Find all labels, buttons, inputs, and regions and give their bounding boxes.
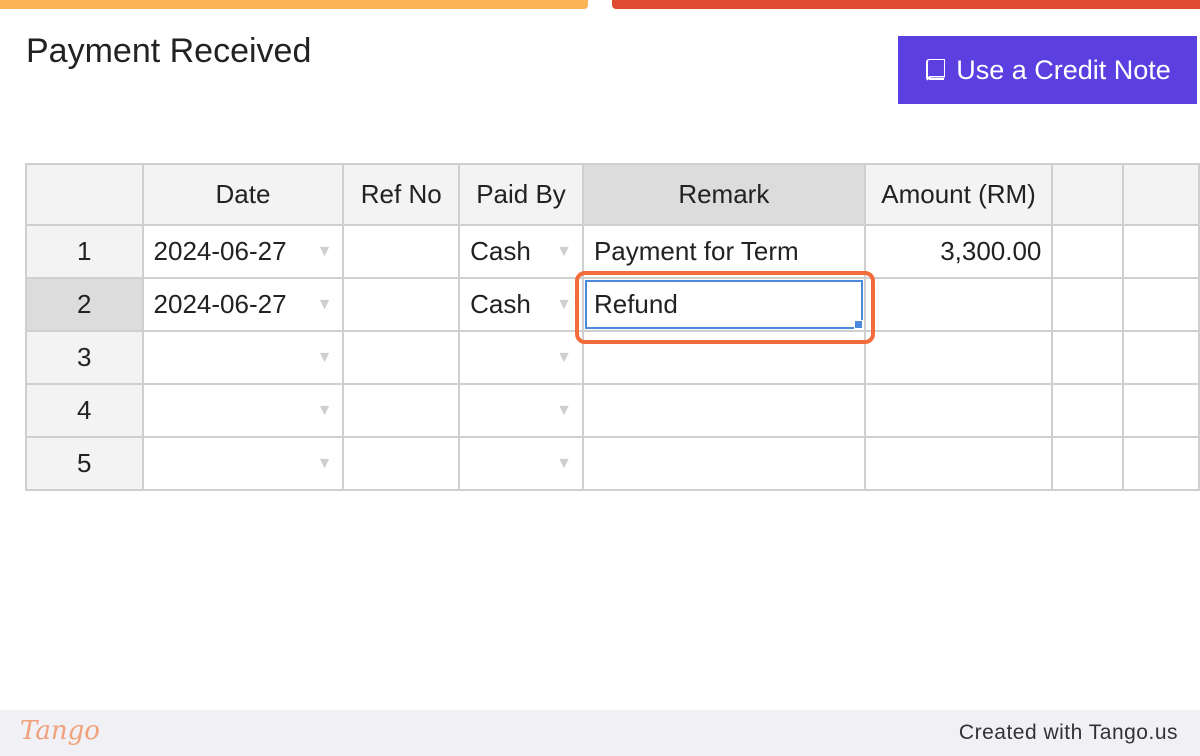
remark-cell[interactable] — [581, 436, 866, 491]
paid-by-cell[interactable]: ▼ — [458, 436, 584, 491]
paid-by-value: Cash — [470, 236, 531, 266]
row-number[interactable]: 4 — [25, 383, 144, 438]
column-header-extra-1[interactable] — [1051, 163, 1125, 226]
paid-by-cell[interactable]: Cash ▼ — [458, 277, 584, 332]
row-number[interactable]: 5 — [25, 436, 144, 491]
footer: Tango Created with Tango.us — [0, 710, 1200, 756]
dropdown-arrow-icon[interactable]: ▼ — [317, 402, 333, 420]
extra-cell-1[interactable] — [1051, 436, 1125, 491]
extra-cell-2[interactable] — [1122, 383, 1200, 438]
date-cell[interactable]: ▼ — [141, 383, 345, 438]
top-progress-bar-left — [0, 0, 588, 9]
amount-cell[interactable] — [863, 277, 1054, 332]
dropdown-arrow-icon[interactable]: ▼ — [317, 349, 333, 367]
use-credit-note-label: Use a Credit Note — [956, 54, 1171, 85]
row-number[interactable]: 3 — [25, 330, 144, 385]
table-row: 5 ▼ ▼ — [25, 436, 1200, 491]
ref-no-cell[interactable] — [342, 277, 461, 332]
date-value: 2024-06-27 — [153, 289, 287, 319]
remark-cell[interactable]: Payment for Term — [581, 224, 866, 279]
page-title: Payment Received — [26, 32, 312, 70]
column-header-date[interactable]: Date — [141, 163, 345, 226]
paid-by-cell[interactable]: ▼ — [458, 330, 584, 385]
table-row: 2 2024-06-27 ▼ Cash ▼ Refund — [25, 277, 1200, 332]
date-cell[interactable]: ▼ — [141, 330, 345, 385]
dropdown-arrow-icon[interactable]: ▼ — [556, 243, 572, 261]
column-header-amount[interactable]: Amount (RM) — [863, 163, 1054, 226]
dropdown-arrow-icon[interactable]: ▼ — [317, 296, 333, 314]
column-header-ref-no[interactable]: Ref No — [342, 163, 461, 226]
paid-by-cell[interactable]: Cash ▼ — [458, 224, 584, 279]
book-icon — [924, 58, 948, 82]
remark-value: Refund — [593, 289, 678, 319]
ref-no-cell[interactable] — [342, 330, 461, 385]
table-row: 4 ▼ ▼ — [25, 383, 1200, 438]
column-header-paid-by[interactable]: Paid By — [458, 163, 584, 226]
top-progress-bar-right — [612, 0, 1200, 9]
column-header-extra-2[interactable] — [1122, 163, 1200, 226]
extra-cell-1[interactable] — [1051, 330, 1125, 385]
dropdown-arrow-icon[interactable]: ▼ — [317, 243, 333, 261]
ref-no-cell[interactable] — [342, 224, 461, 279]
column-header-remark[interactable]: Remark — [581, 163, 866, 226]
column-header-rownum — [25, 163, 144, 226]
extra-cell-2[interactable] — [1122, 277, 1200, 332]
remark-cell-selected[interactable]: Refund — [581, 277, 866, 332]
dropdown-arrow-icon[interactable]: ▼ — [317, 455, 333, 473]
amount-cell[interactable]: 3,300.00 — [863, 224, 1054, 279]
ref-no-cell[interactable] — [342, 436, 461, 491]
payment-table: Date Ref No Paid By Remark Amount (RM) 1… — [25, 163, 1200, 491]
row-number[interactable]: 2 — [25, 277, 144, 332]
remark-cell[interactable] — [581, 383, 866, 438]
extra-cell-2[interactable] — [1122, 330, 1200, 385]
date-cell[interactable]: 2024-06-27 ▼ — [141, 224, 345, 279]
extra-cell-2[interactable] — [1122, 224, 1200, 279]
dropdown-arrow-icon[interactable]: ▼ — [556, 402, 572, 420]
table-row: 1 2024-06-27 ▼ Cash ▼ Payment for Term 3,3… — [25, 224, 1200, 279]
row-number[interactable]: 1 — [25, 224, 144, 279]
date-cell[interactable]: ▼ — [141, 436, 345, 491]
amount-cell[interactable] — [863, 330, 1054, 385]
dropdown-arrow-icon[interactable]: ▼ — [556, 296, 572, 314]
ref-no-cell[interactable] — [342, 383, 461, 438]
dropdown-arrow-icon[interactable]: ▼ — [556, 455, 572, 473]
date-value: 2024-06-27 — [153, 236, 287, 266]
table-row: 3 ▼ ▼ — [25, 330, 1200, 385]
extra-cell-1[interactable] — [1051, 383, 1125, 438]
use-credit-note-button[interactable]: Use a Credit Note — [898, 36, 1197, 104]
dropdown-arrow-icon[interactable]: ▼ — [556, 349, 572, 367]
extra-cell-1[interactable] — [1051, 277, 1125, 332]
table-header-row: Date Ref No Paid By Remark Amount (RM) — [25, 163, 1200, 226]
extra-cell-1[interactable] — [1051, 224, 1125, 279]
created-with-text: Created with Tango.us — [958, 721, 1178, 744]
remark-cell[interactable] — [581, 330, 866, 385]
fill-handle[interactable] — [853, 320, 863, 329]
tango-logo: Tango — [20, 716, 100, 746]
amount-cell[interactable] — [863, 383, 1054, 438]
date-cell[interactable]: 2024-06-27 ▼ — [141, 277, 345, 332]
paid-by-value: Cash — [470, 289, 531, 319]
amount-cell[interactable] — [863, 436, 1054, 491]
paid-by-cell[interactable]: ▼ — [458, 383, 584, 438]
extra-cell-2[interactable] — [1122, 436, 1200, 491]
